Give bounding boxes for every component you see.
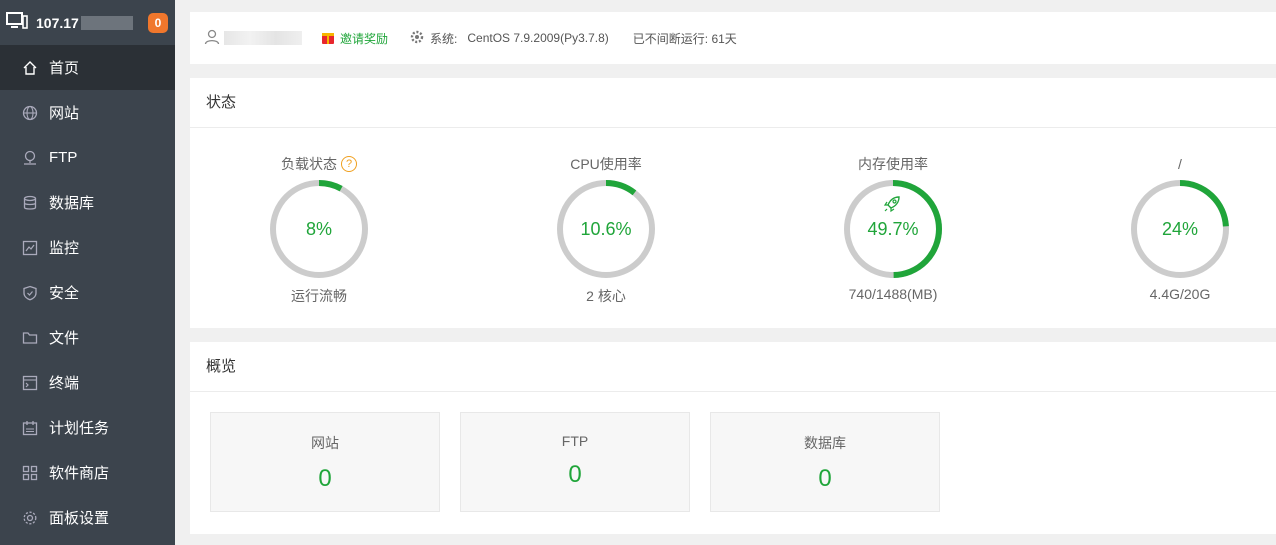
sidebar-item-label: 网站 <box>49 105 80 122</box>
sidebar-item-label: 软件商店 <box>49 465 110 482</box>
overview-panel: 概览 网站 0 FTP 0 数据库 0 <box>190 342 1276 534</box>
gauge-title: / <box>1178 156 1182 172</box>
gauge-ring: 24% <box>1129 178 1231 280</box>
sidebar-item-label: 计划任务 <box>49 420 110 437</box>
gauge-value: 8% <box>305 218 332 239</box>
sidebar: 107.17 0 首页 网站 FTP 数据库 监控 安全 文件 终端 计划任务 … <box>0 0 175 545</box>
sidebar-item-label: 面板设置 <box>49 510 110 527</box>
gauge-subtext: 2 核心 <box>586 288 626 304</box>
gear-icon <box>22 510 38 526</box>
system-value: CentOS 7.9.2009(Py3.7.8) <box>467 31 609 45</box>
status-title: 状态 <box>190 78 1276 128</box>
system-label: 系统: <box>430 31 458 46</box>
system-info: 系统: CentOS 7.9.2009(Py3.7.8) <box>410 30 609 47</box>
gauge-title: 内存使用率 <box>858 156 928 172</box>
terminal-icon <box>22 375 38 391</box>
sidebar-item-terminal[interactable]: 终端 <box>0 360 175 405</box>
gauge-load[interactable]: 负载状态 ? 8% 运行流畅 <box>219 128 419 306</box>
gauge-subtext: 4.4G/20G <box>1149 286 1211 302</box>
main-content: 邀请奖励 系统: CentOS 7.9.2009(Py3.7.8) 已不间断运行… <box>190 12 1276 534</box>
overview-card-database[interactable]: 数据库 0 <box>710 412 940 512</box>
gauge-memory[interactable]: 内存使用率 49.7% 740/1488(MB) <box>793 128 993 302</box>
calendar-icon <box>22 420 38 436</box>
sidebar-item-label: 首页 <box>49 60 80 77</box>
sidebar-item-cron[interactable]: 计划任务 <box>0 405 175 450</box>
sidebar-item-website[interactable]: 网站 <box>0 90 175 135</box>
sidebar-item-label: 终端 <box>49 375 80 392</box>
gift-icon <box>322 30 334 47</box>
sidebar-nav: 首页 网站 FTP 数据库 监控 安全 文件 终端 计划任务 软件商店 面板设置 <box>0 45 175 540</box>
overview-card-website[interactable]: 网站 0 <box>210 412 440 512</box>
gauge-value: 10.6% <box>580 218 632 239</box>
server-ip: 107.17 <box>36 14 79 31</box>
shield-icon <box>22 285 38 301</box>
overview-cards: 网站 0 FTP 0 数据库 0 <box>190 392 1276 532</box>
monitor-icon <box>6 12 28 33</box>
monitor-chart-icon <box>22 240 38 256</box>
database-icon <box>22 195 38 211</box>
sidebar-item-label: 文件 <box>49 330 80 347</box>
gauge-value: 24% <box>1161 218 1199 239</box>
home-icon <box>22 60 38 76</box>
ftp-icon <box>22 150 38 166</box>
gauge-disk[interactable]: / 24% 4.4G/20G <box>1080 128 1276 302</box>
gauges-row: 负载状态 ? 8% 运行流畅 CPU使用率 10.6% 2 核心 内存使用率 4… <box>190 128 1276 328</box>
help-icon[interactable]: ? <box>341 156 357 172</box>
sidebar-item-database[interactable]: 数据库 <box>0 180 175 225</box>
sidebar-item-monitor[interactable]: 监控 <box>0 225 175 270</box>
gauge-ring: 8% <box>268 178 370 280</box>
gauge-ring: 49.7% <box>842 178 944 280</box>
top-info-bar: 邀请奖励 系统: CentOS 7.9.2009(Py3.7.8) 已不间断运行… <box>190 12 1276 64</box>
card-value: 0 <box>568 461 582 488</box>
sidebar-item-ftp[interactable]: FTP <box>0 135 175 180</box>
sidebar-item-label: 安全 <box>49 285 80 302</box>
sidebar-item-security[interactable]: 安全 <box>0 270 175 315</box>
overview-title: 概览 <box>190 342 1276 392</box>
server-host[interactable]: 107.17 0 <box>0 0 175 45</box>
gear-icon <box>410 30 424 47</box>
gauge-value: 49.7% <box>867 218 919 239</box>
uptime-text: 已不间断运行: 61天 <box>632 31 737 46</box>
notification-badge[interactable]: 0 <box>148 12 168 33</box>
gauge-subtext: 运行流畅 <box>291 288 347 304</box>
sidebar-item-label: 数据库 <box>49 195 95 212</box>
sidebar-item-files[interactable]: 文件 <box>0 315 175 360</box>
invite-label: 邀请奖励 <box>340 31 389 46</box>
sidebar-item-label: 监控 <box>49 240 80 257</box>
gauge-ring: 10.6% <box>555 178 657 280</box>
invite-reward-link[interactable]: 邀请奖励 <box>322 30 388 47</box>
status-panel: 状态 负载状态 ? 8% 运行流畅 CPU使用率 10.6% 2 核心 内存使用… <box>190 78 1276 328</box>
grid-icon <box>22 465 38 481</box>
gauge-title: 负载状态 <box>281 156 337 172</box>
card-value: 0 <box>318 465 332 492</box>
card-value: 0 <box>818 465 832 492</box>
folder-icon <box>22 330 38 346</box>
globe-icon <box>22 105 38 121</box>
gauge-cpu[interactable]: CPU使用率 10.6% 2 核心 <box>506 128 706 306</box>
username-redaction <box>224 31 302 45</box>
user-icon[interactable] <box>204 29 220 48</box>
sidebar-item-label: FTP <box>49 149 78 166</box>
card-label: 数据库 <box>804 435 846 451</box>
card-label: 网站 <box>311 435 339 451</box>
overview-card-ftp[interactable]: FTP 0 <box>460 412 690 512</box>
ip-redaction <box>80 15 133 30</box>
sidebar-item-home[interactable]: 首页 <box>0 45 175 90</box>
sidebar-item-settings[interactable]: 面板设置 <box>0 495 175 540</box>
gauge-subtext: 740/1488(MB) <box>848 286 938 302</box>
card-label: FTP <box>561 433 589 449</box>
sidebar-item-store[interactable]: 软件商店 <box>0 450 175 495</box>
gauge-title: CPU使用率 <box>570 156 642 172</box>
